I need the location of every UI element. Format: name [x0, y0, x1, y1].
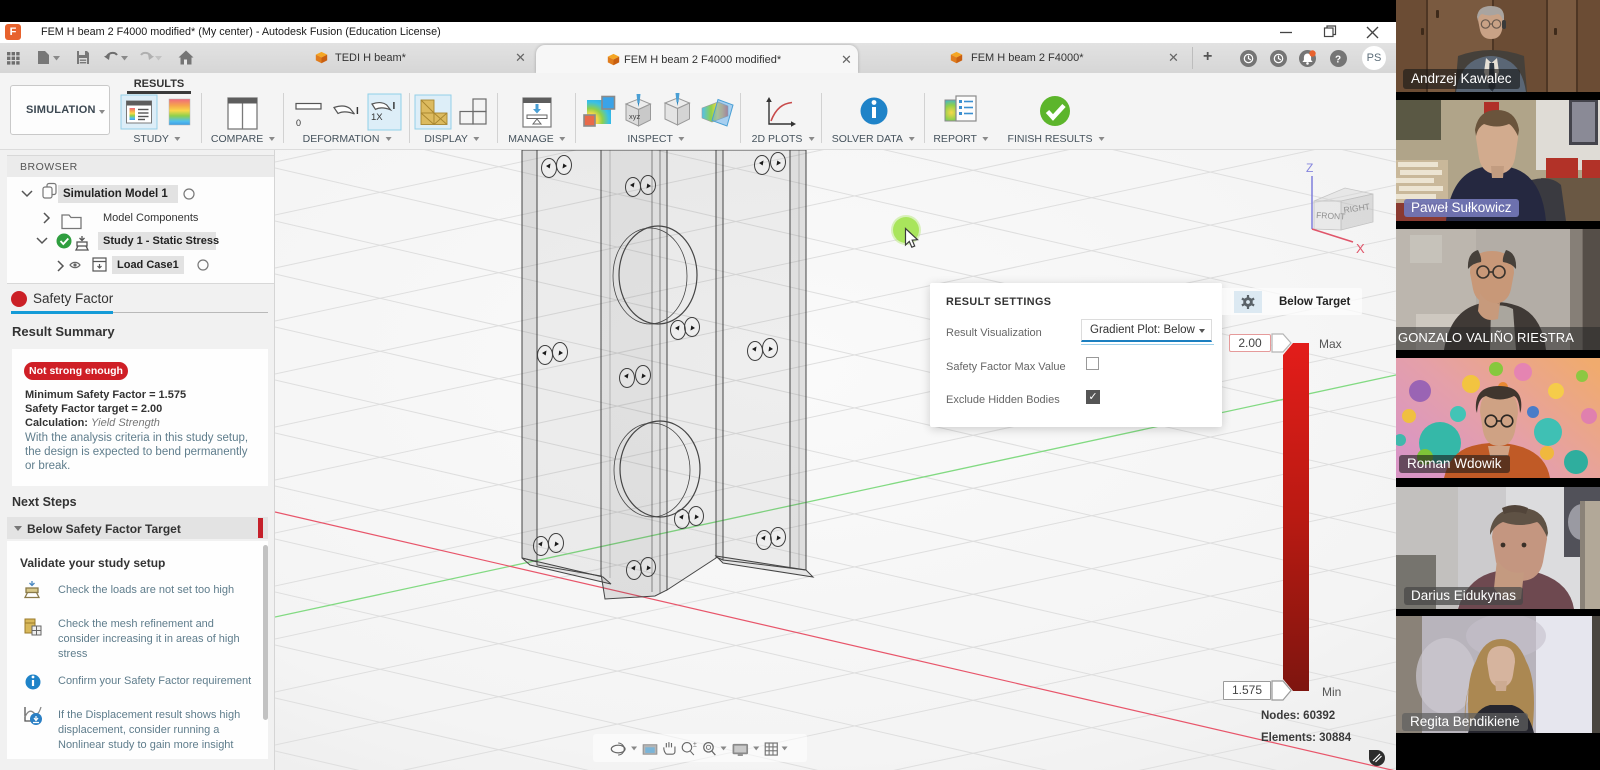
svg-text:I: I [356, 106, 359, 117]
svg-text:FRONT: FRONT [1316, 210, 1346, 222]
svg-text:Z: Z [1306, 161, 1313, 175]
svg-text:I: I [393, 101, 396, 112]
svg-text:xyz: xyz [629, 112, 641, 121]
svg-text:?: ? [1335, 55, 1341, 66]
svg-text:±: ± [693, 741, 697, 748]
svg-text:X: X [1356, 241, 1365, 256]
svg-text:0: 0 [296, 118, 301, 128]
svg-text:1X: 1X [371, 112, 383, 123]
